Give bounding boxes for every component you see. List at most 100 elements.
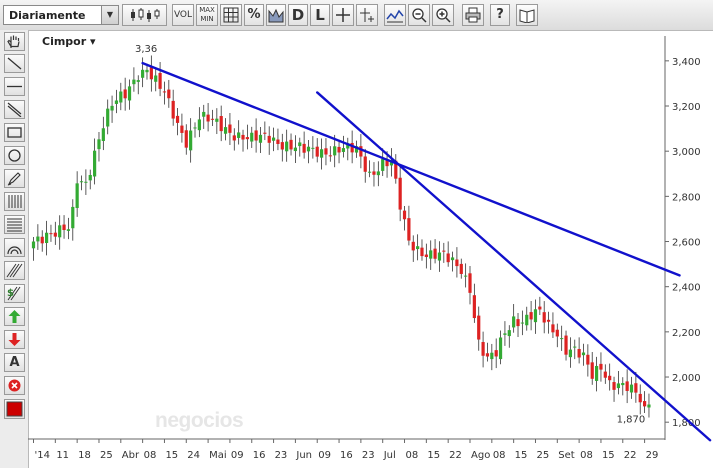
candle-body xyxy=(446,253,450,263)
fibonacci-tool-button[interactable] xyxy=(4,215,25,234)
grid-button[interactable] xyxy=(220,4,242,26)
candle-body xyxy=(189,130,193,151)
candle-body xyxy=(44,232,49,244)
candle-body xyxy=(158,72,162,89)
zoom-in-button[interactable] xyxy=(432,4,454,26)
volume-button[interactable]: VOL xyxy=(172,4,194,26)
maxmin-button[interactable]: MAX MIN xyxy=(196,4,218,26)
x-tick-label: 15 xyxy=(602,450,615,461)
zoom-out-button[interactable] xyxy=(408,4,430,26)
candle-body xyxy=(555,329,559,337)
circle-tool-button[interactable] xyxy=(4,146,25,165)
indicator-button[interactable] xyxy=(384,4,406,26)
candlestick-chart-button[interactable] xyxy=(122,4,167,26)
candle-body xyxy=(175,115,180,123)
candle-body xyxy=(328,155,332,157)
x-tick-label: 11 xyxy=(56,450,69,461)
low-label: 1,870 xyxy=(617,414,646,425)
vertical-lines-tool-button[interactable] xyxy=(4,192,25,211)
print-button[interactable] xyxy=(462,4,484,26)
arc-tool-button[interactable] xyxy=(4,238,25,257)
price-chart-svg[interactable]: negocios 1,8002,0002,2002,4002,6002,8003,… xyxy=(28,30,713,468)
y-tick-label: 2,400 xyxy=(672,283,701,294)
y-tick-label: 2,800 xyxy=(672,192,701,203)
period-select-value: Diariamente xyxy=(9,9,86,22)
arrow-down-icon xyxy=(8,333,21,346)
x-tick-label: '14 xyxy=(35,450,50,461)
pencil-tool-button[interactable] xyxy=(4,169,25,188)
candle-body xyxy=(119,91,123,103)
candlestick-icon xyxy=(130,8,159,22)
candle-body xyxy=(464,275,468,277)
period-select[interactable]: Diariamente ▼ xyxy=(3,5,119,25)
help-button[interactable]: ? xyxy=(490,4,510,26)
arrow-up-tool-button[interactable] xyxy=(4,307,25,326)
x-tick-label: Jul xyxy=(383,450,396,461)
chart-title: Cimpor ▾ xyxy=(42,35,96,48)
arrow-up-icon xyxy=(8,310,21,323)
book-button[interactable] xyxy=(516,4,538,26)
candle-body xyxy=(507,330,511,337)
area-chart-button[interactable] xyxy=(266,4,286,26)
line-tool-button[interactable] xyxy=(4,54,25,73)
fan-tool-button[interactable] xyxy=(4,261,25,280)
candle-body xyxy=(337,146,341,153)
candle-body xyxy=(442,250,446,252)
candle-body xyxy=(481,342,485,356)
x-tick-label: Ago xyxy=(471,450,490,461)
x-tick-label: 08 xyxy=(493,450,506,461)
candle-body xyxy=(97,139,101,150)
daily-button[interactable]: D xyxy=(288,4,308,26)
crosshair-button[interactable] xyxy=(332,4,354,26)
candle-body xyxy=(276,139,280,144)
candle-body xyxy=(429,250,433,259)
candle-body xyxy=(647,404,651,408)
candle-body xyxy=(333,146,337,156)
log-button[interactable]: L xyxy=(310,4,330,26)
x-tick-label: Set xyxy=(558,450,575,461)
cursor-button[interactable] xyxy=(356,4,378,26)
x-tick-label: Abr xyxy=(122,450,140,461)
percent-button[interactable]: % xyxy=(244,4,264,26)
zoom-out-icon xyxy=(412,8,427,23)
channel-tool-button[interactable] xyxy=(4,100,25,119)
horizontal-line-tool-button[interactable] xyxy=(4,77,25,96)
candle-body xyxy=(123,89,127,99)
candle-body xyxy=(420,247,424,257)
candle-body xyxy=(363,156,367,172)
color-picker-button[interactable] xyxy=(4,399,25,419)
candle-body xyxy=(127,86,132,101)
text-tool-button[interactable]: A xyxy=(4,353,25,372)
candle-body xyxy=(106,108,110,127)
x-tick-label: 16 xyxy=(340,450,353,461)
x-tick-label: 25 xyxy=(536,450,549,461)
rectangle-tool-button[interactable] xyxy=(4,123,25,142)
price-chart[interactable]: negocios 1,800 2,000 2,200 2,400 2,600 2,800 3,… xyxy=(28,30,713,468)
hand-icon xyxy=(7,35,20,48)
horizontal-line-icon xyxy=(7,85,22,88)
arrow-down-tool-button[interactable] xyxy=(4,330,25,349)
trendline-2 xyxy=(316,91,712,442)
hand-tool-button[interactable] xyxy=(4,32,25,51)
candle-body xyxy=(372,171,376,175)
candle-body xyxy=(599,363,603,370)
candle-body xyxy=(315,146,319,157)
candle-body xyxy=(215,118,219,122)
candle-body xyxy=(498,337,503,360)
candle-body xyxy=(525,314,529,326)
candle-body xyxy=(62,224,66,231)
candle-body xyxy=(136,80,140,82)
crosshair-icon xyxy=(336,8,350,22)
candle-body xyxy=(485,353,490,357)
candle-body xyxy=(490,352,494,360)
candle-body xyxy=(40,236,44,244)
delete-tool-button[interactable] xyxy=(4,376,25,395)
chevron-down-icon[interactable]: ▼ xyxy=(101,6,118,24)
x-tick-label: 15 xyxy=(427,450,440,461)
wave-icon xyxy=(386,9,404,23)
candle-body xyxy=(590,362,594,379)
x-tick-label: 16 xyxy=(253,450,266,461)
candle-body xyxy=(542,312,546,323)
candle-body xyxy=(416,246,420,250)
dollar-tool-button[interactable]: $ xyxy=(4,284,25,303)
